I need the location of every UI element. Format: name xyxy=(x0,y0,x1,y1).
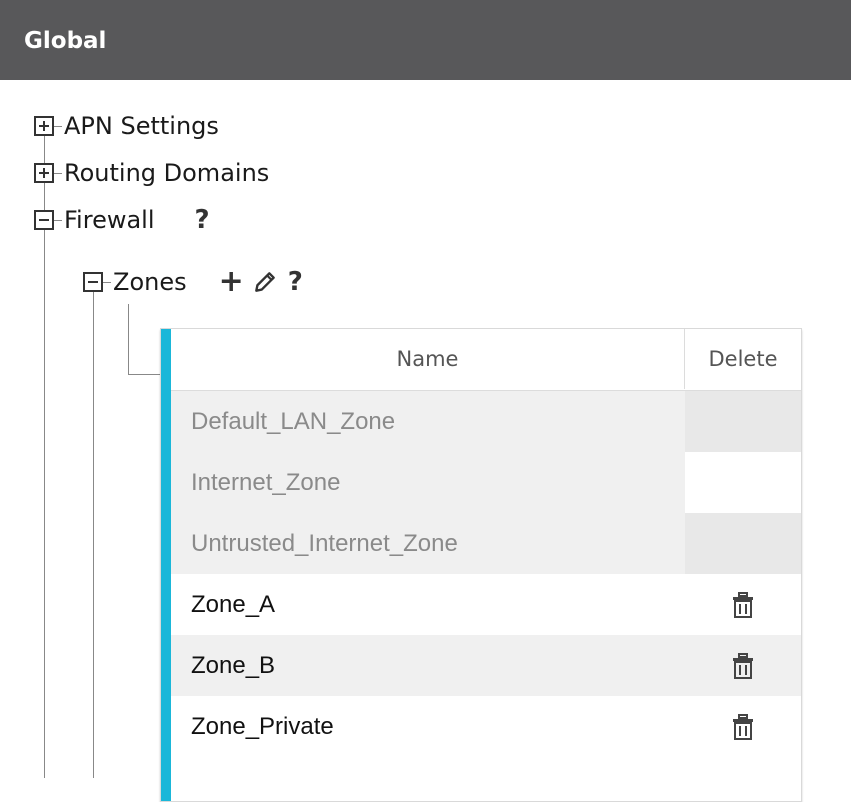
trash-icon[interactable] xyxy=(732,713,754,740)
minus-toggle-icon[interactable] xyxy=(34,210,54,230)
plus-toggle-icon[interactable] xyxy=(34,163,54,183)
zones-table: Name Delete Default_LAN_Zone Internet_Zo… xyxy=(160,328,802,802)
zone-name-cell: Default_LAN_Zone xyxy=(191,407,396,435)
tree-guide-line xyxy=(128,374,160,375)
zone-name-cell: Zone_Private xyxy=(191,712,334,740)
minus-toggle-icon[interactable] xyxy=(83,272,103,292)
table-row[interactable]: Internet_Zone xyxy=(171,452,801,513)
page-title: Global xyxy=(24,28,107,54)
zone-name-cell: Zone_B xyxy=(191,651,276,679)
delete-cell xyxy=(685,696,801,757)
column-header-delete: Delete xyxy=(708,347,778,371)
delete-cell xyxy=(685,635,801,696)
tree-connector xyxy=(54,172,62,174)
table-row[interactable]: Default_LAN_Zone xyxy=(171,391,801,452)
tree-node-firewall[interactable]: Firewall ? xyxy=(34,202,210,238)
delete-cell xyxy=(685,574,801,635)
tree-node-routing-domains[interactable]: Routing Domains xyxy=(34,155,269,191)
table-row[interactable]: Zone_B xyxy=(171,635,801,696)
tree-node-label[interactable]: Zones xyxy=(113,268,187,296)
delete-cell xyxy=(685,452,801,513)
tree-connector xyxy=(54,219,62,221)
tree-node-label[interactable]: Firewall xyxy=(64,206,155,234)
tree-guide-line xyxy=(128,304,129,374)
column-header-name[interactable]: Name xyxy=(171,329,685,389)
tree-node-label[interactable]: APN Settings xyxy=(64,112,219,140)
global-header: Global xyxy=(0,0,851,80)
table-row[interactable]: Untrusted_Internet_Zone xyxy=(171,513,801,574)
table-header: Name Delete xyxy=(171,329,801,391)
trash-icon[interactable] xyxy=(732,591,754,618)
delete-cell xyxy=(685,513,801,574)
tree-node-apn-settings[interactable]: APN Settings xyxy=(34,108,219,144)
plus-toggle-icon[interactable] xyxy=(34,116,54,136)
tree-node-label[interactable]: Routing Domains xyxy=(64,159,269,187)
zone-name-cell: Untrusted_Internet_Zone xyxy=(191,529,458,557)
edit-pencil-icon[interactable] xyxy=(252,269,278,295)
help-icon[interactable]: ? xyxy=(195,205,210,235)
tree-node-zones[interactable]: Zones + ? xyxy=(83,264,303,300)
table-row[interactable]: Zone_Private xyxy=(171,696,801,757)
table-accent-bar xyxy=(161,329,171,801)
tree-connector xyxy=(103,281,111,283)
help-icon[interactable]: ? xyxy=(288,267,303,297)
trash-icon[interactable] xyxy=(732,652,754,679)
delete-cell xyxy=(685,391,801,452)
tree-connector xyxy=(54,125,62,127)
table-row[interactable]: Zone_A xyxy=(171,574,801,635)
tree-guide-line xyxy=(93,280,94,778)
config-tree: APN Settings Routing Domains Firewall ? … xyxy=(0,80,851,802)
zone-name-cell: Zone_A xyxy=(191,590,276,618)
zone-name-cell: Internet_Zone xyxy=(171,452,685,513)
add-zone-icon[interactable]: + xyxy=(219,267,244,297)
